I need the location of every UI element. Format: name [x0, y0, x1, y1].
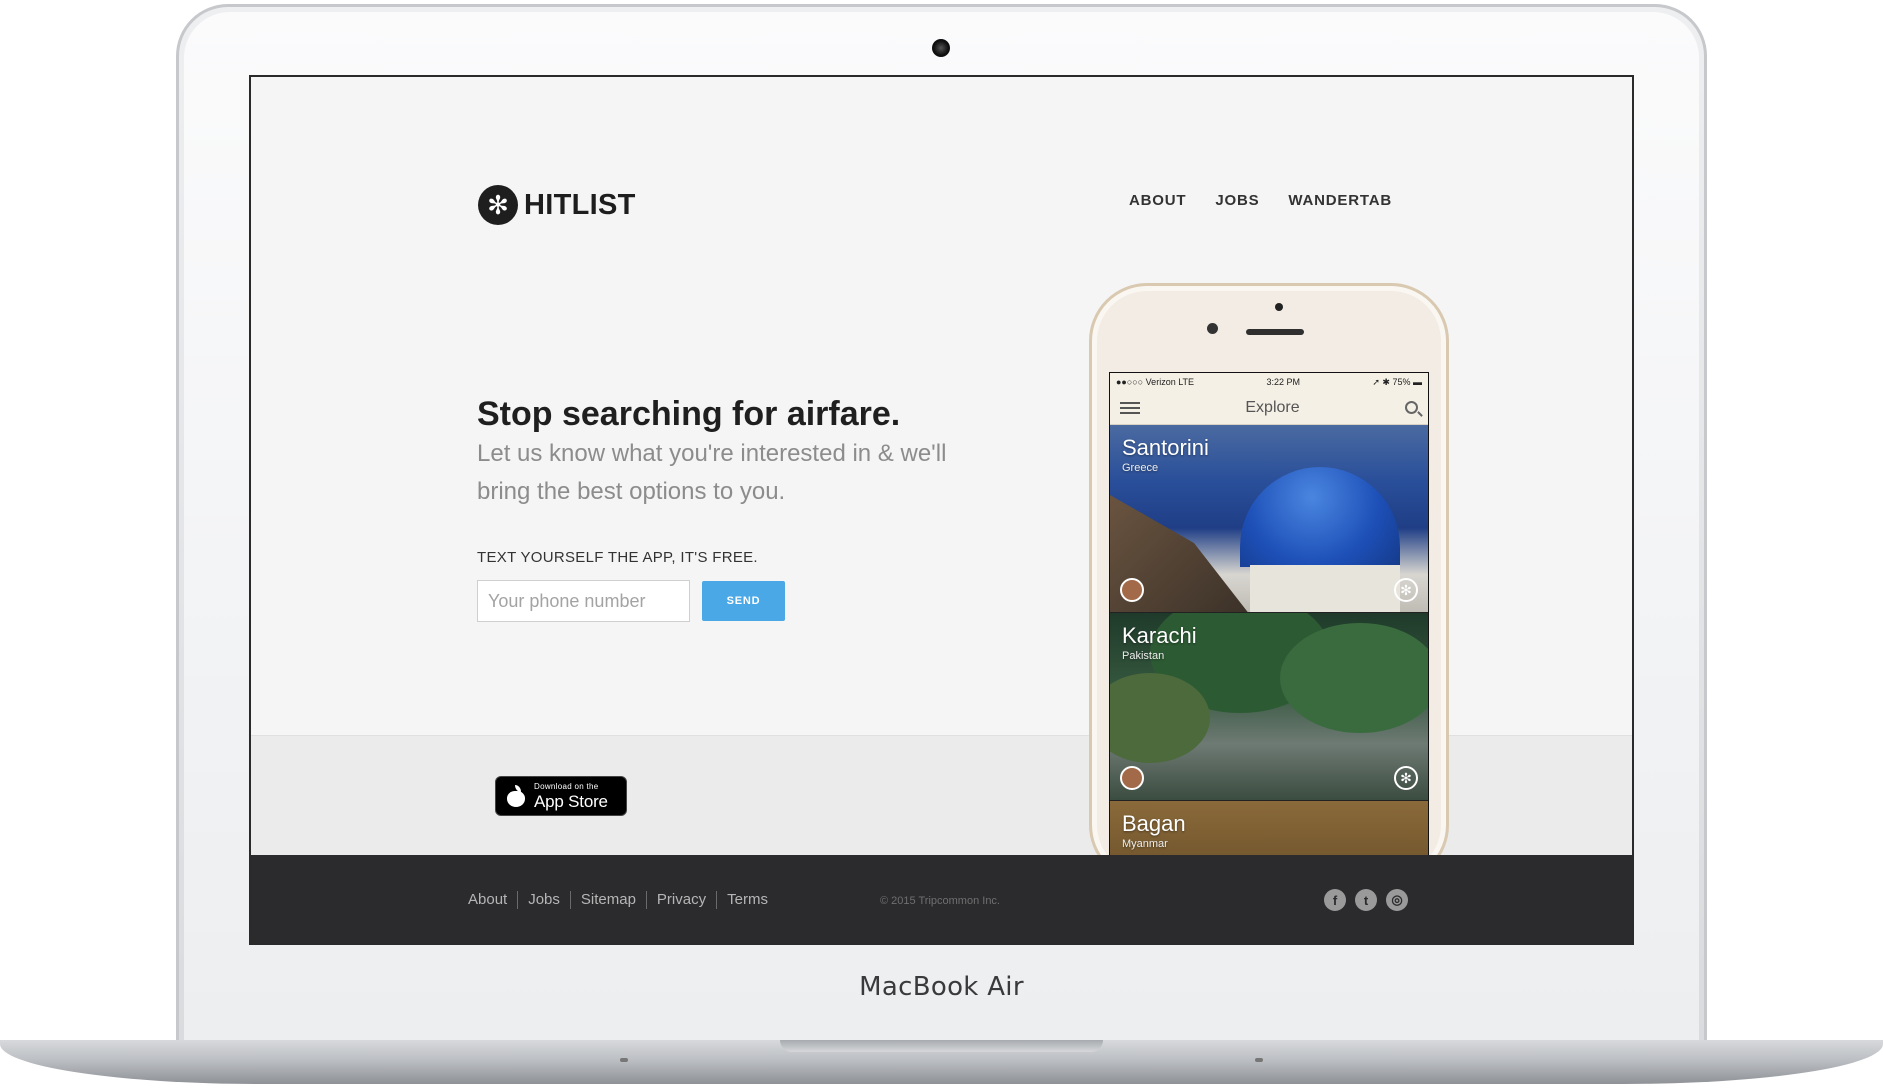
card-country: Pakistan — [1122, 650, 1165, 662]
hero-headline: Stop searching for airfare. — [477, 395, 901, 433]
phone-camera-icon — [1275, 303, 1283, 311]
card-country: Myanmar — [1122, 838, 1168, 850]
phone-sensor-icon — [1207, 323, 1218, 334]
nav-jobs[interactable]: JOBS — [1215, 192, 1259, 209]
macbook-model-label: MacBook Air — [859, 972, 1024, 1002]
nav-about[interactable]: ABOUT — [1129, 192, 1186, 209]
destination-card[interactable]: Karachi Pakistan ✻ — [1110, 613, 1428, 801]
footer-link-sitemap[interactable]: Sitemap — [569, 891, 646, 909]
app-title: Explore — [1245, 398, 1300, 416]
footer-links: About Jobs Sitemap Privacy Terms — [468, 891, 778, 909]
card-city: Santorini — [1122, 435, 1209, 460]
browser-screen: ✻ HITLIST ABOUT JOBS WANDERTAB Stop sear… — [249, 75, 1634, 945]
hamburger-menu-icon[interactable] — [1120, 401, 1140, 414]
footer-link-about[interactable]: About — [468, 891, 517, 909]
logo-text: HITLIST — [524, 188, 636, 221]
copyright-text: © 2015 Tripcommon Inc. — [880, 895, 1000, 907]
laptop-hinge-notch — [780, 1040, 1103, 1052]
destination-card[interactable]: Santorini Greece ✻ — [1110, 425, 1428, 613]
snowflake-icon[interactable]: ✻ — [1394, 766, 1418, 790]
phone-screen: ●●○○○ Verizon LTE 3:22 PM ➚ ✱ 75% ▬ Expl… — [1109, 372, 1429, 892]
cta-label: TEXT YOURSELF THE APP, IT'S FREE. — [477, 549, 758, 566]
snowflake-icon[interactable]: ✻ — [1394, 578, 1418, 602]
nav-wandertab[interactable]: WANDERTAB — [1288, 192, 1392, 209]
phone-speaker — [1246, 329, 1304, 335]
app-store-badge[interactable]: Download on the App Store — [495, 776, 627, 816]
site-logo[interactable]: ✻ HITLIST — [478, 185, 636, 225]
instagram-icon[interactable]: ◎ — [1386, 889, 1408, 911]
social-links: f t ◎ — [1324, 889, 1417, 911]
battery-text: ➚ ✱ 75% ▬ — [1372, 376, 1422, 387]
carrier-text: ●●○○○ Verizon LTE — [1116, 377, 1195, 387]
hero-subline: Let us know what you're interested in & … — [477, 440, 947, 505]
avatar[interactable] — [1120, 766, 1144, 790]
avatar[interactable] — [1120, 578, 1144, 602]
clock-text: 3:22 PM — [1266, 377, 1300, 387]
footer-link-terms[interactable]: Terms — [716, 891, 778, 909]
footer-link-jobs[interactable]: Jobs — [517, 891, 570, 909]
apple-icon — [506, 785, 526, 807]
app-store-small-text: Download on the — [534, 781, 599, 791]
footer-link-privacy[interactable]: Privacy — [645, 891, 716, 909]
site-footer: About Jobs Sitemap Privacy Terms © 2015 … — [251, 855, 1632, 943]
card-city: Karachi — [1122, 623, 1197, 648]
facebook-icon[interactable]: f — [1324, 889, 1346, 911]
webcam-icon — [932, 39, 950, 57]
iphone-mockup: ●●○○○ Verizon LTE 3:22 PM ➚ ✱ 75% ▬ Expl… — [1089, 283, 1449, 892]
snowflake-icon: ✻ — [478, 185, 518, 225]
search-icon[interactable] — [1405, 401, 1418, 414]
phone-status-bar: ●●○○○ Verizon LTE 3:22 PM ➚ ✱ 75% ▬ — [1110, 373, 1428, 391]
twitter-icon[interactable]: t — [1355, 889, 1377, 911]
send-button[interactable]: SEND — [702, 581, 785, 621]
phone-number-input[interactable] — [477, 580, 690, 622]
card-country: Greece — [1122, 462, 1159, 474]
card-city: Bagan — [1122, 811, 1186, 836]
top-nav: ABOUT JOBS WANDERTAB — [1100, 192, 1392, 209]
app-store-big-text: App Store — [534, 791, 608, 811]
phone-app-bar: Explore — [1110, 391, 1428, 425]
